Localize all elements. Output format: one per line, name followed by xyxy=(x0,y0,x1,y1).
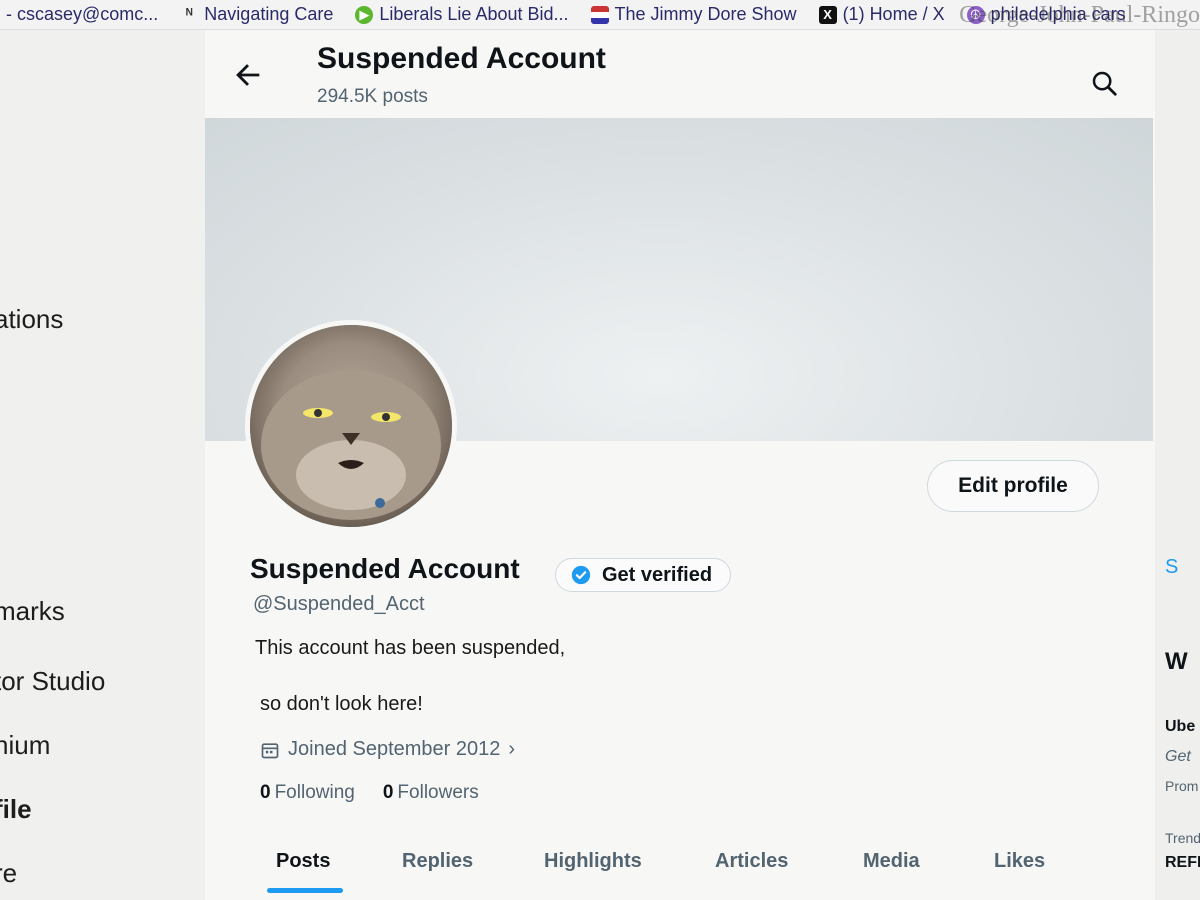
following-link[interactable]: 0 Following xyxy=(260,782,355,804)
tab-likes[interactable]: Likes xyxy=(994,850,1045,873)
nav-notifications[interactable]: ations xyxy=(0,304,63,335)
right-link[interactable]: S xyxy=(1165,556,1178,579)
follow-stats: 0 Following 0 Followers xyxy=(260,782,479,804)
profile-header: Suspended Account 294.5K posts xyxy=(205,30,1155,118)
edit-profile-button[interactable]: Edit profile xyxy=(927,460,1099,512)
tab-highlights[interactable]: Highlights xyxy=(544,850,642,873)
profile-main: Suspended Account 294.5K posts Edit prof… xyxy=(205,30,1155,900)
x-icon: X xyxy=(818,5,837,24)
followers-count: 0 xyxy=(382,782,394,803)
right-trend-label: Trend xyxy=(1165,830,1200,846)
right-item-promo: Prom xyxy=(1165,778,1199,794)
tab-articles[interactable]: Articles xyxy=(715,850,788,873)
cat-avatar-image xyxy=(250,325,452,527)
joined-label: Joined September 2012 xyxy=(288,738,501,760)
bio-line-2: so don't look here! xyxy=(260,693,423,715)
nav-profile[interactable]: file xyxy=(0,794,32,825)
display-name: Suspended Account xyxy=(250,553,520,584)
left-navigation: ations marks tor Studio nium file re xyxy=(0,30,205,900)
bookmark-label: - cscasey@comc... xyxy=(6,4,159,24)
bookmark-label: (1) Home / X xyxy=(842,4,945,24)
bookmark-label: The Jimmy Dore Show xyxy=(614,4,797,24)
n-icon: ᴺ xyxy=(186,5,193,23)
bookmark-mail[interactable]: - cscasey@comc... xyxy=(6,4,158,25)
post-count: 294.5K posts xyxy=(317,86,428,107)
chevron-right-icon: › xyxy=(508,738,516,760)
tab-replies[interactable]: Replies xyxy=(402,850,473,873)
avatar[interactable] xyxy=(245,320,457,532)
bookmark-navigating-care[interactable]: ᴺ Navigating Care xyxy=(180,4,333,25)
followers-link[interactable]: 0 Followers xyxy=(383,782,479,804)
right-item-text: Get xyxy=(1165,748,1191,765)
get-verified-label: Get verified xyxy=(602,563,713,586)
joined-date[interactable]: Joined September 2012 › xyxy=(260,738,515,761)
calendar-icon xyxy=(261,742,279,758)
profile-tabs: Posts Replies Highlights Articles Media … xyxy=(245,836,1125,900)
verified-badge-icon xyxy=(571,565,591,585)
page-title: Suspended Account xyxy=(317,42,606,75)
right-sidebar: S W Ube Get Prom Trend REFL xyxy=(1155,30,1200,900)
faint-window-title: George-John-Paul-Ringo xyxy=(959,2,1200,28)
right-heading: W xyxy=(1165,648,1188,675)
active-tab-indicator xyxy=(267,888,343,893)
nav-premium[interactable]: nium xyxy=(0,730,50,761)
bookmark-jimmy-dore[interactable]: The Jimmy Dore Show xyxy=(590,4,797,25)
nav-more[interactable]: re xyxy=(0,858,17,889)
bookmark-label: Navigating Care xyxy=(204,4,334,24)
tab-posts[interactable]: Posts xyxy=(276,850,330,873)
following-count: 0 xyxy=(260,782,271,803)
search-icon xyxy=(1092,71,1117,96)
tab-media[interactable]: Media xyxy=(863,850,920,873)
right-trend-name[interactable]: REFL xyxy=(1165,854,1200,872)
bookmark-liberals[interactable]: ▶ Liberals Lie About Bid... xyxy=(355,4,569,25)
get-verified-button[interactable]: Get verified xyxy=(555,558,732,592)
arrow-left-icon xyxy=(236,64,260,86)
back-button[interactable] xyxy=(231,58,265,92)
right-item-title[interactable]: Ube xyxy=(1165,718,1195,736)
nav-creator-studio[interactable]: tor Studio xyxy=(0,666,105,697)
play-icon: ▶ xyxy=(355,5,374,24)
flag-icon xyxy=(590,5,609,24)
following-label: Following xyxy=(274,782,355,803)
followers-label: Followers xyxy=(397,782,479,803)
bookmark-home-x[interactable]: X (1) Home / X xyxy=(818,4,945,25)
search-button[interactable] xyxy=(1089,68,1119,98)
user-handle: @Suspended_Acct xyxy=(253,593,425,615)
bookmarks-bar: - cscasey@comc... ᴺ Navigating Care ▶ Li… xyxy=(0,0,1200,30)
nav-bookmarks[interactable]: marks xyxy=(0,596,65,627)
bookmark-label: Liberals Lie About Bid... xyxy=(379,4,569,24)
bio-line-1: This account has been suspended, xyxy=(255,637,566,659)
